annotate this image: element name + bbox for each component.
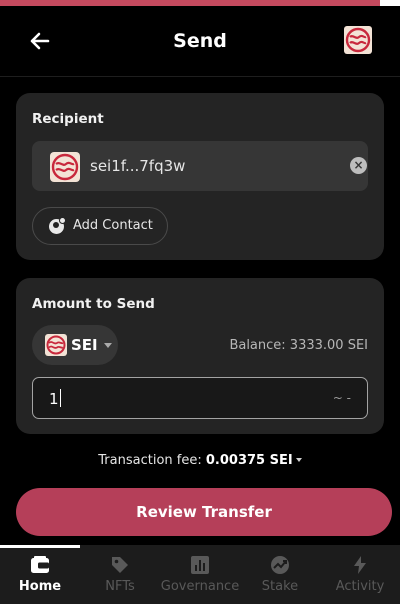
nav-item-activity[interactable]: Activity: [320, 545, 400, 604]
bolt-icon: [354, 556, 366, 574]
token-symbol: SEI: [71, 336, 98, 354]
sei-token-icon: [45, 334, 67, 356]
recipient-address: sei1f...7fq3w: [90, 157, 186, 175]
recipient-field[interactable]: sei1f...7fq3w ×: [32, 141, 368, 191]
amount-input[interactable]: 1 ~ -: [32, 377, 368, 419]
recipient-label: Recipient: [32, 111, 104, 127]
nav-label-home: Home: [18, 579, 62, 594]
add-contact-icon: [49, 217, 66, 234]
fiat-value: ~ -: [332, 391, 351, 405]
review-transfer-button[interactable]: Review Transfer: [16, 488, 392, 536]
tag-icon: [112, 557, 128, 573]
amount-label: Amount to Send: [32, 296, 155, 312]
nav-item-home[interactable]: Home: [0, 545, 80, 604]
text-cursor: [59, 389, 61, 407]
page-title: Send: [173, 30, 227, 52]
nav-label-nfts: NFTs: [105, 579, 135, 594]
nav-label-stake: Stake: [261, 579, 299, 594]
amount-value: 1: [49, 390, 59, 408]
recipient-card: Recipient sei1f...7fq3w × Add Contact: [16, 93, 384, 260]
nav-label-governance: Governance: [160, 579, 240, 594]
balance-text: Balance: 3333.00 SEI: [229, 338, 368, 353]
nav-item-nfts[interactable]: NFTs: [80, 545, 160, 604]
sei-avatar-icon: [50, 152, 80, 182]
add-contact-label: Add Contact: [73, 218, 153, 233]
bottom-nav: Home NFTs Governance Stake Activity: [0, 545, 400, 604]
stake-icon: [271, 556, 289, 574]
clear-icon[interactable]: ×: [350, 157, 367, 174]
nav-item-stake[interactable]: Stake: [240, 545, 320, 604]
header: Send: [0, 6, 400, 77]
transaction-fee[interactable]: Transaction fee: 0.00375 SEI: [0, 453, 400, 468]
wallet-icon: [31, 556, 49, 573]
fee-label: Transaction fee:: [98, 453, 202, 468]
chevron-down-icon: [104, 343, 112, 348]
amount-card: Amount to Send SEI Balance: 3333.00 SEI …: [16, 278, 384, 434]
fee-value: 0.00375 SEI: [205, 453, 293, 468]
chart-icon: [191, 556, 209, 574]
token-select[interactable]: SEI: [32, 325, 118, 365]
nav-item-governance[interactable]: Governance: [160, 545, 240, 604]
nav-label-activity: Activity: [335, 579, 385, 594]
sei-logo-icon[interactable]: [344, 26, 372, 54]
add-contact-button[interactable]: Add Contact: [32, 207, 168, 245]
fee-chevron-down-icon: [295, 458, 302, 462]
